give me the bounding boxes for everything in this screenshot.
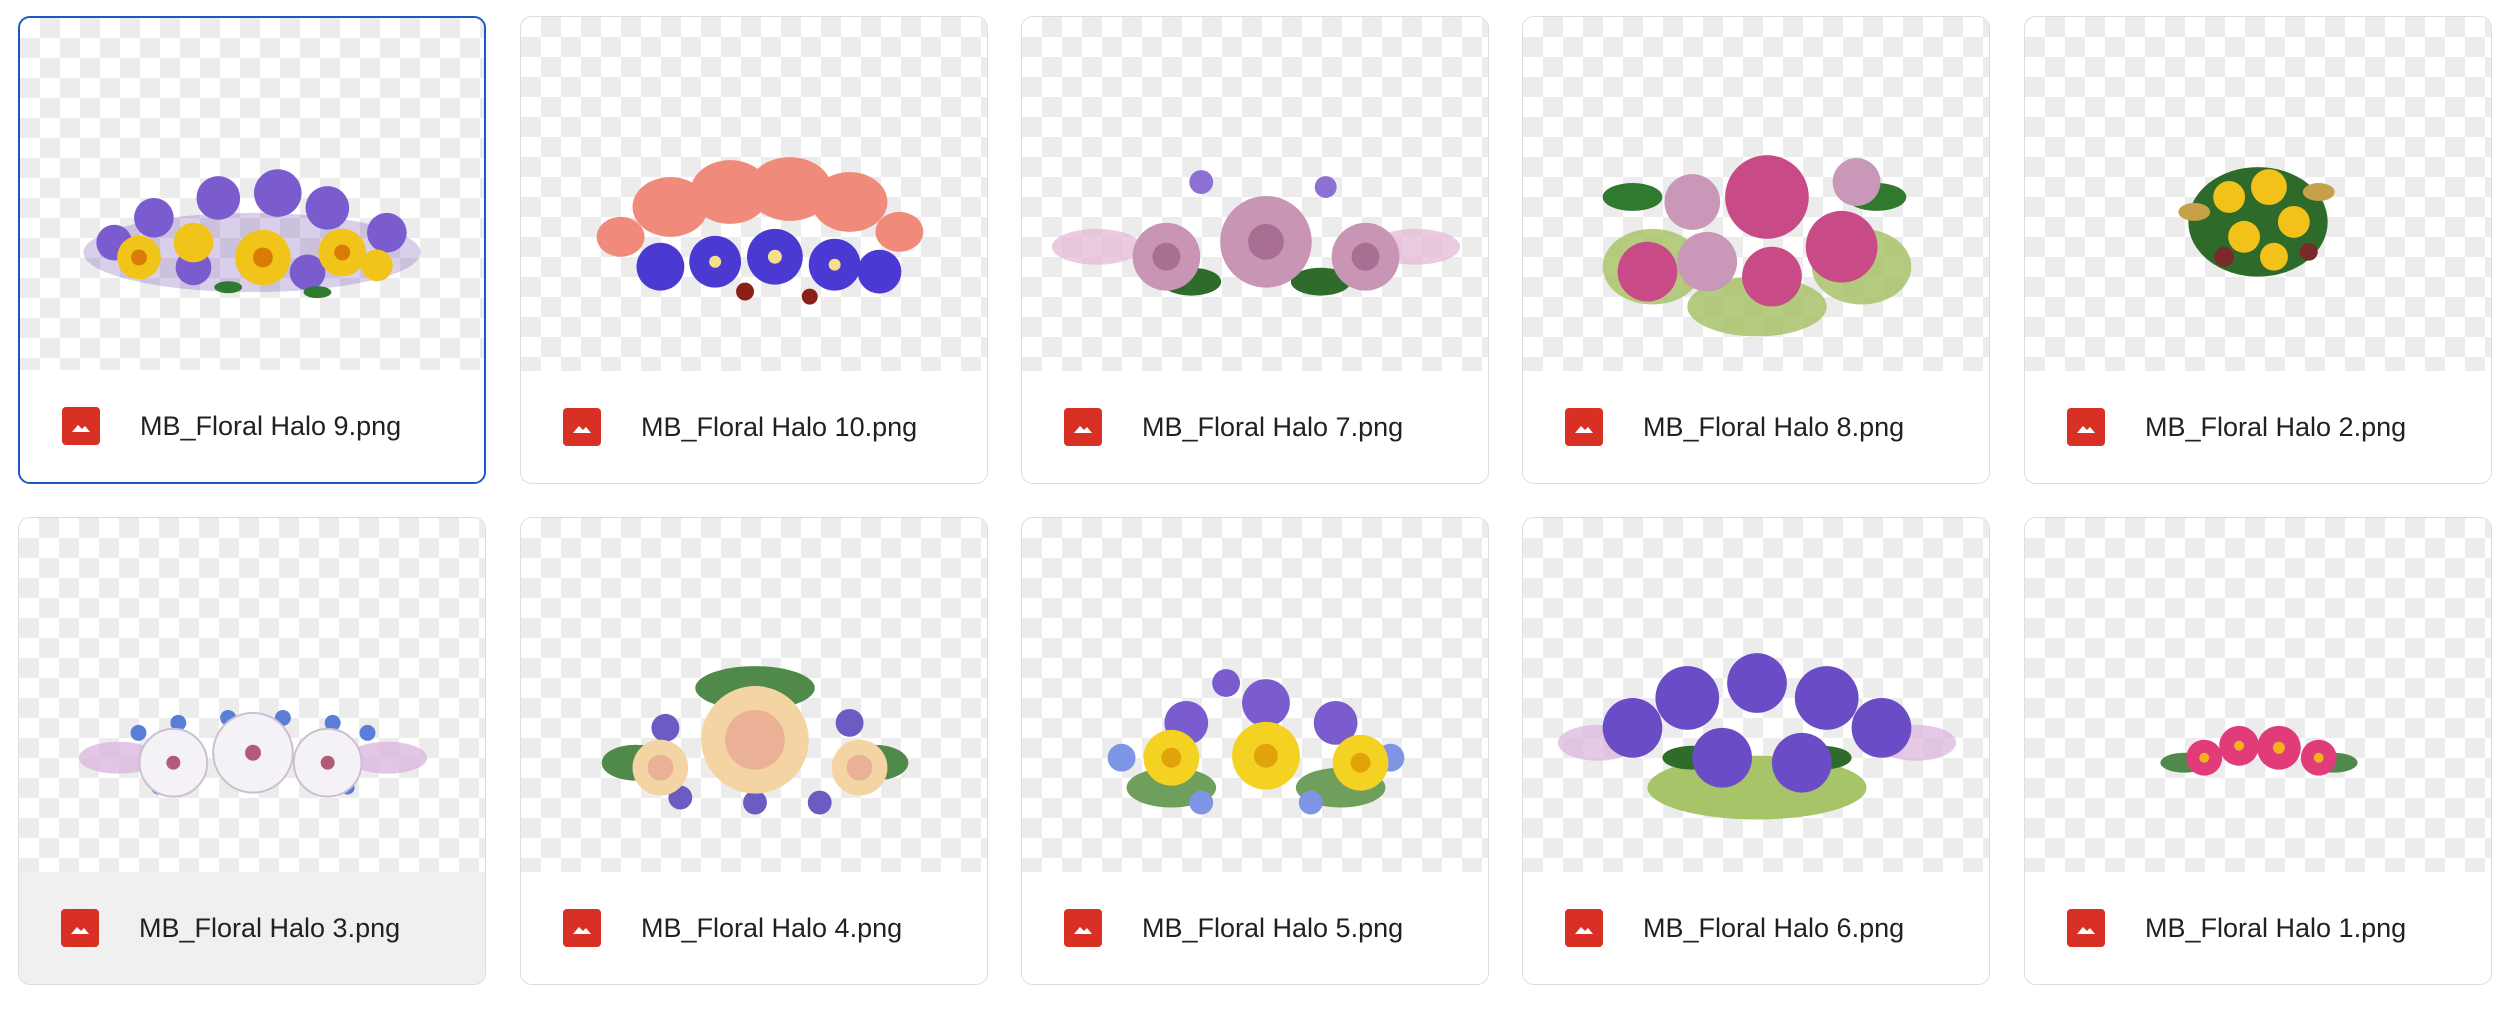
file-name: MB_Floral Halo 10.png <box>641 411 918 442</box>
file-name: MB_Floral Halo 3.png <box>139 912 401 943</box>
image-file-icon <box>2067 408 2105 446</box>
file-card[interactable]: MB_Floral Halo 3.png <box>18 517 486 985</box>
file-name: MB_Floral Halo 4.png <box>641 912 903 943</box>
file-thumbnail <box>1022 518 1488 874</box>
file-thumbnail <box>1022 17 1488 373</box>
file-name: MB_Floral Halo 5.png <box>1142 912 1404 943</box>
file-thumbnail <box>19 518 485 874</box>
file-card[interactable]: MB_Floral Halo 5.png <box>1021 517 1489 985</box>
image-file-icon <box>1064 909 1102 947</box>
image-file-icon <box>1565 408 1603 446</box>
file-card[interactable]: MB_Floral Halo 7.png <box>1021 16 1489 484</box>
file-card[interactable]: MB_Floral Halo 4.png <box>520 517 988 985</box>
file-footer: MB_Floral Halo 1.png <box>2025 872 2491 984</box>
file-name: MB_Floral Halo 2.png <box>2145 411 2407 442</box>
file-card[interactable]: MB_Floral Halo 2.png <box>2024 16 2492 484</box>
file-footer: MB_Floral Halo 8.png <box>1523 371 1989 483</box>
file-thumbnail <box>2025 17 2491 373</box>
file-card[interactable]: MB_Floral Halo 10.png <box>520 16 988 484</box>
file-thumbnail <box>521 17 987 373</box>
image-file-icon <box>1064 408 1102 446</box>
file-footer: MB_Floral Halo 6.png <box>1523 872 1989 984</box>
image-file-icon <box>62 407 100 445</box>
file-card[interactable]: MB_Floral Halo 8.png <box>1522 16 1990 484</box>
file-footer: MB_Floral Halo 9.png <box>20 370 484 482</box>
image-file-icon <box>563 909 601 947</box>
image-file-icon <box>61 909 99 947</box>
image-file-icon <box>1565 909 1603 947</box>
image-file-icon <box>563 408 601 446</box>
file-thumbnail <box>2025 518 2491 874</box>
file-thumbnail <box>20 18 484 374</box>
file-footer: MB_Floral Halo 10.png <box>521 371 987 483</box>
file-name: MB_Floral Halo 8.png <box>1643 411 1905 442</box>
file-card[interactable]: MB_Floral Halo 6.png <box>1522 517 1990 985</box>
file-name: MB_Floral Halo 1.png <box>2145 912 2407 943</box>
file-footer: MB_Floral Halo 5.png <box>1022 872 1488 984</box>
file-footer: MB_Floral Halo 2.png <box>2025 371 2491 483</box>
file-name: MB_Floral Halo 7.png <box>1142 411 1404 442</box>
file-card[interactable]: MB_Floral Halo 9.png <box>18 16 486 484</box>
file-footer: MB_Floral Halo 4.png <box>521 872 987 984</box>
image-file-icon <box>2067 909 2105 947</box>
file-thumbnail <box>1523 17 1989 373</box>
file-name: MB_Floral Halo 9.png <box>140 410 402 441</box>
file-name: MB_Floral Halo 6.png <box>1643 912 1905 943</box>
file-footer: MB_Floral Halo 3.png <box>19 872 485 984</box>
file-footer: MB_Floral Halo 7.png <box>1022 371 1488 483</box>
file-grid: MB_Floral Halo 9.png MB_Floral Halo 10.p… <box>0 0 2512 1020</box>
file-thumbnail <box>1523 518 1989 874</box>
file-thumbnail <box>521 518 987 874</box>
file-card[interactable]: MB_Floral Halo 1.png <box>2024 517 2492 985</box>
